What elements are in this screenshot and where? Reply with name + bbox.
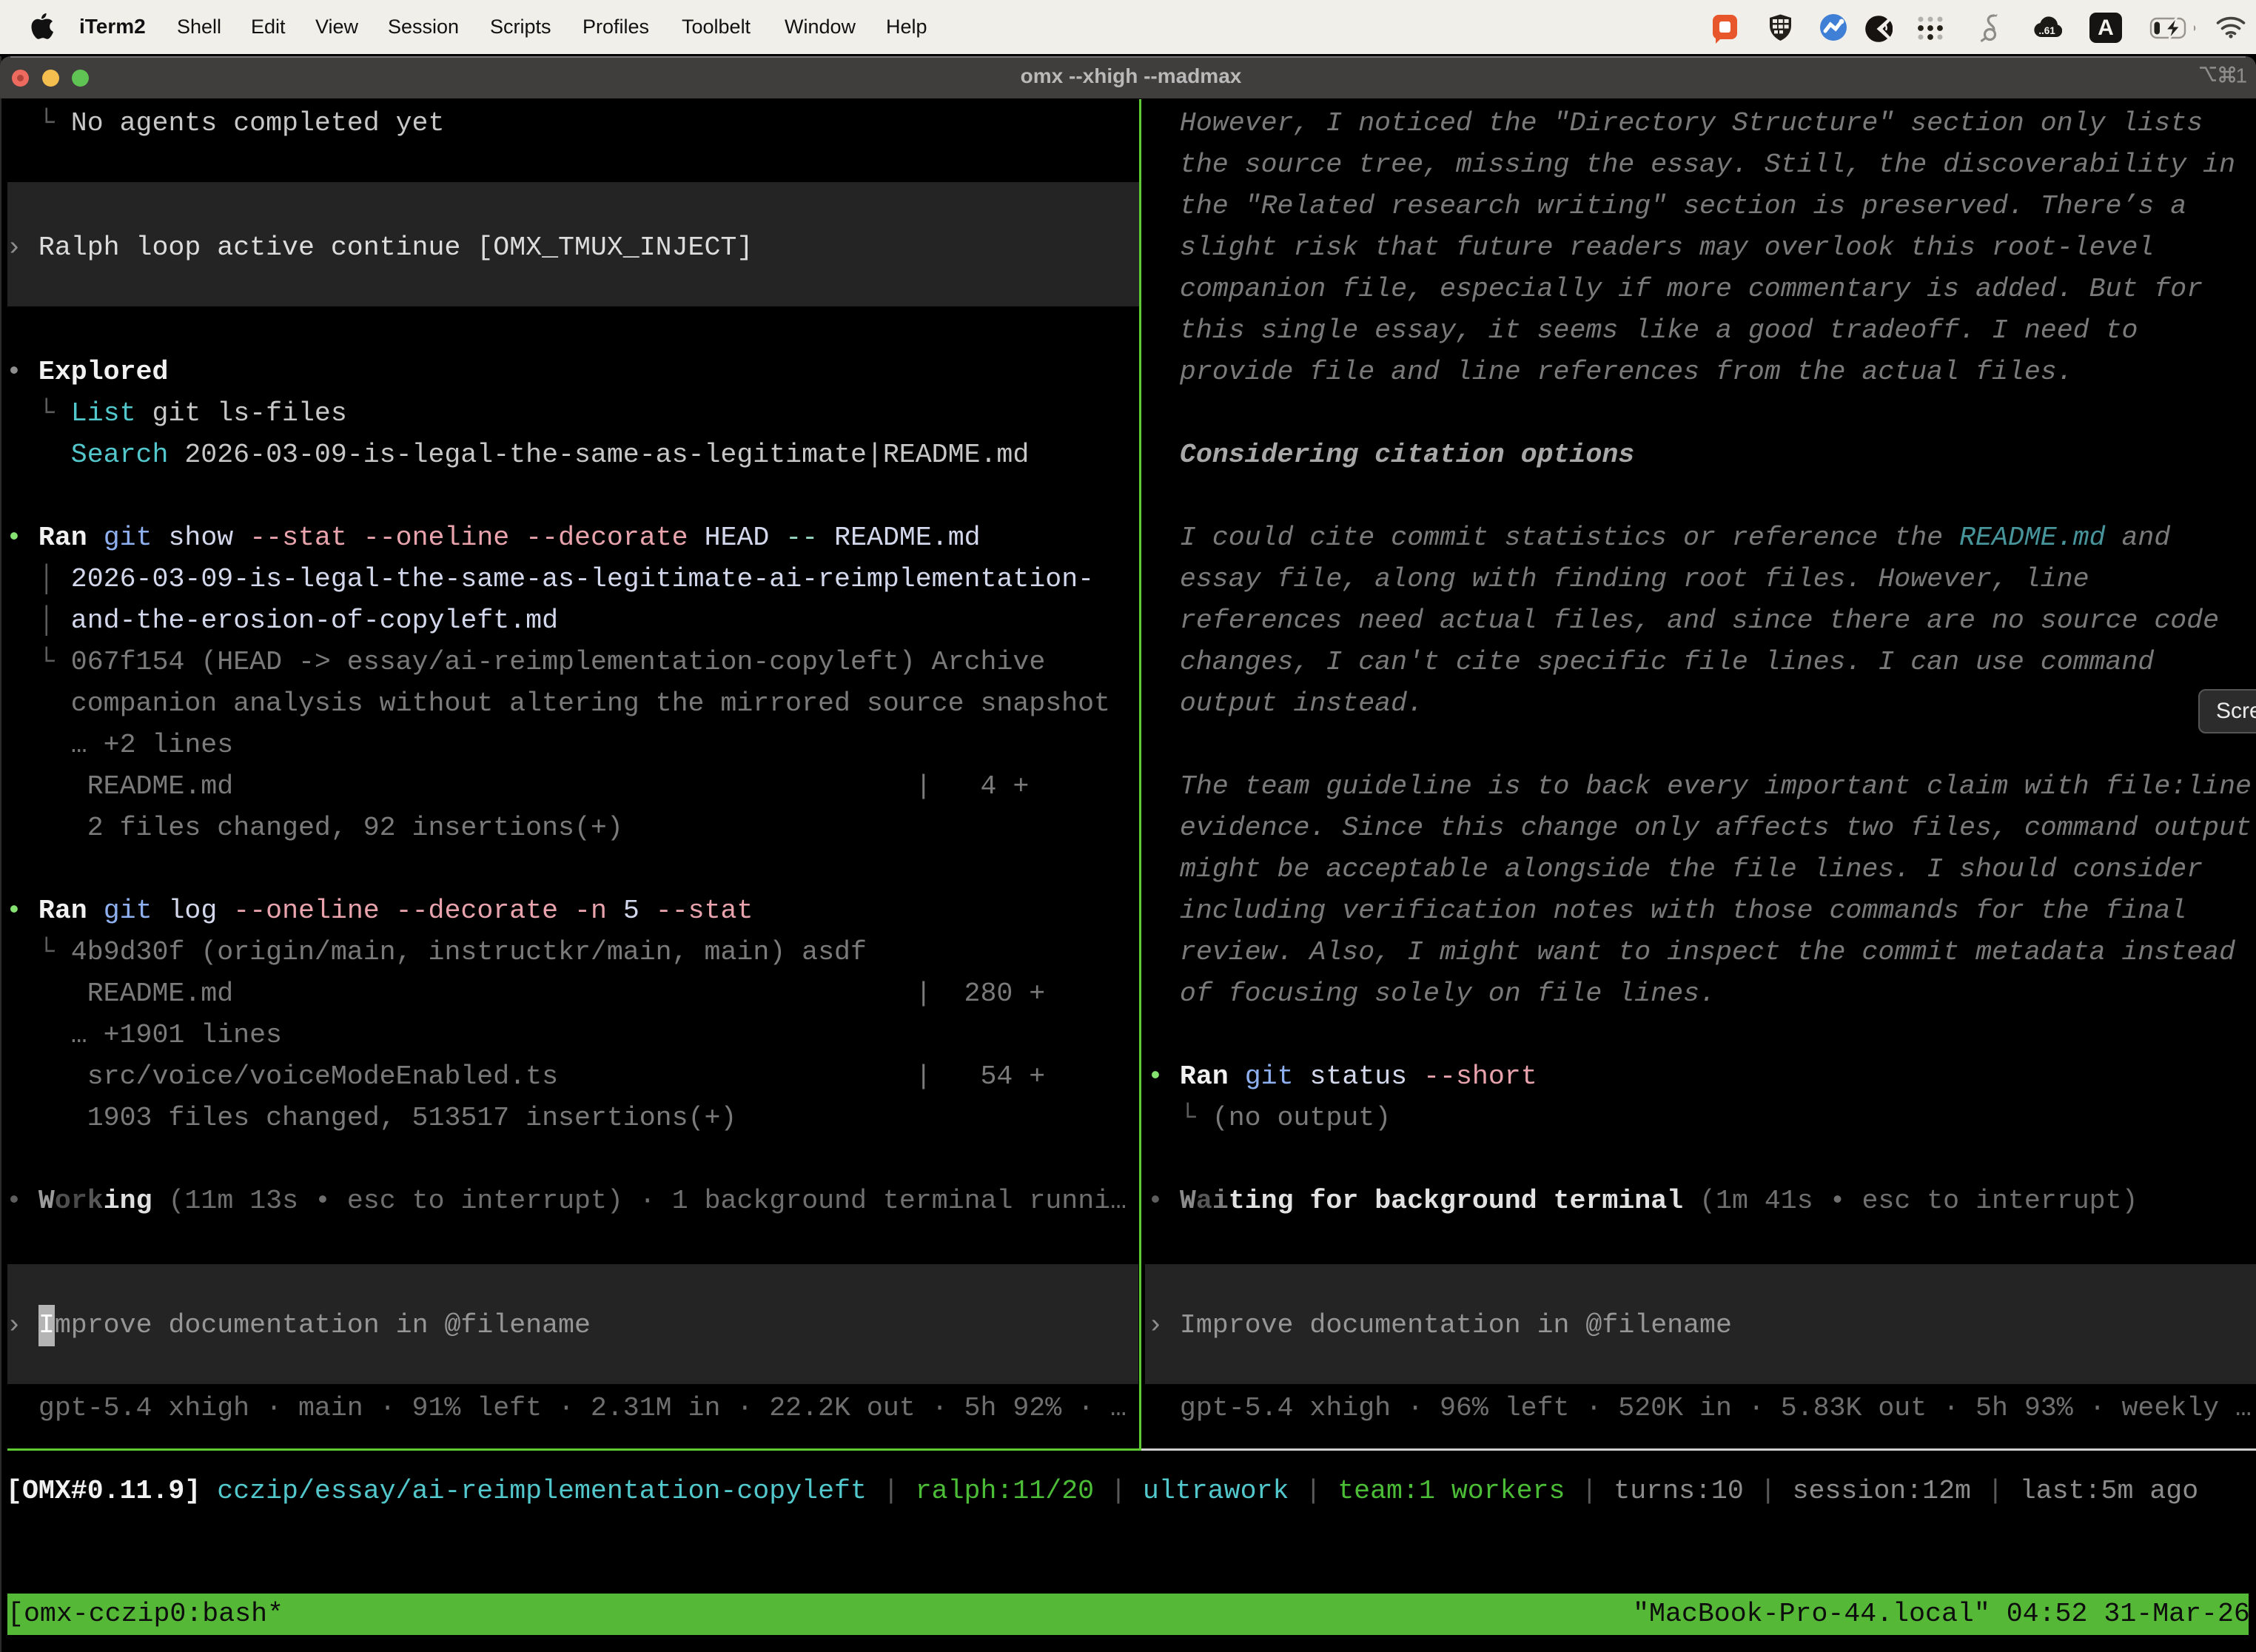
svg-text:1: 1 <box>2236 65 2248 86</box>
svg-text:..61: ..61 <box>2038 25 2055 36</box>
